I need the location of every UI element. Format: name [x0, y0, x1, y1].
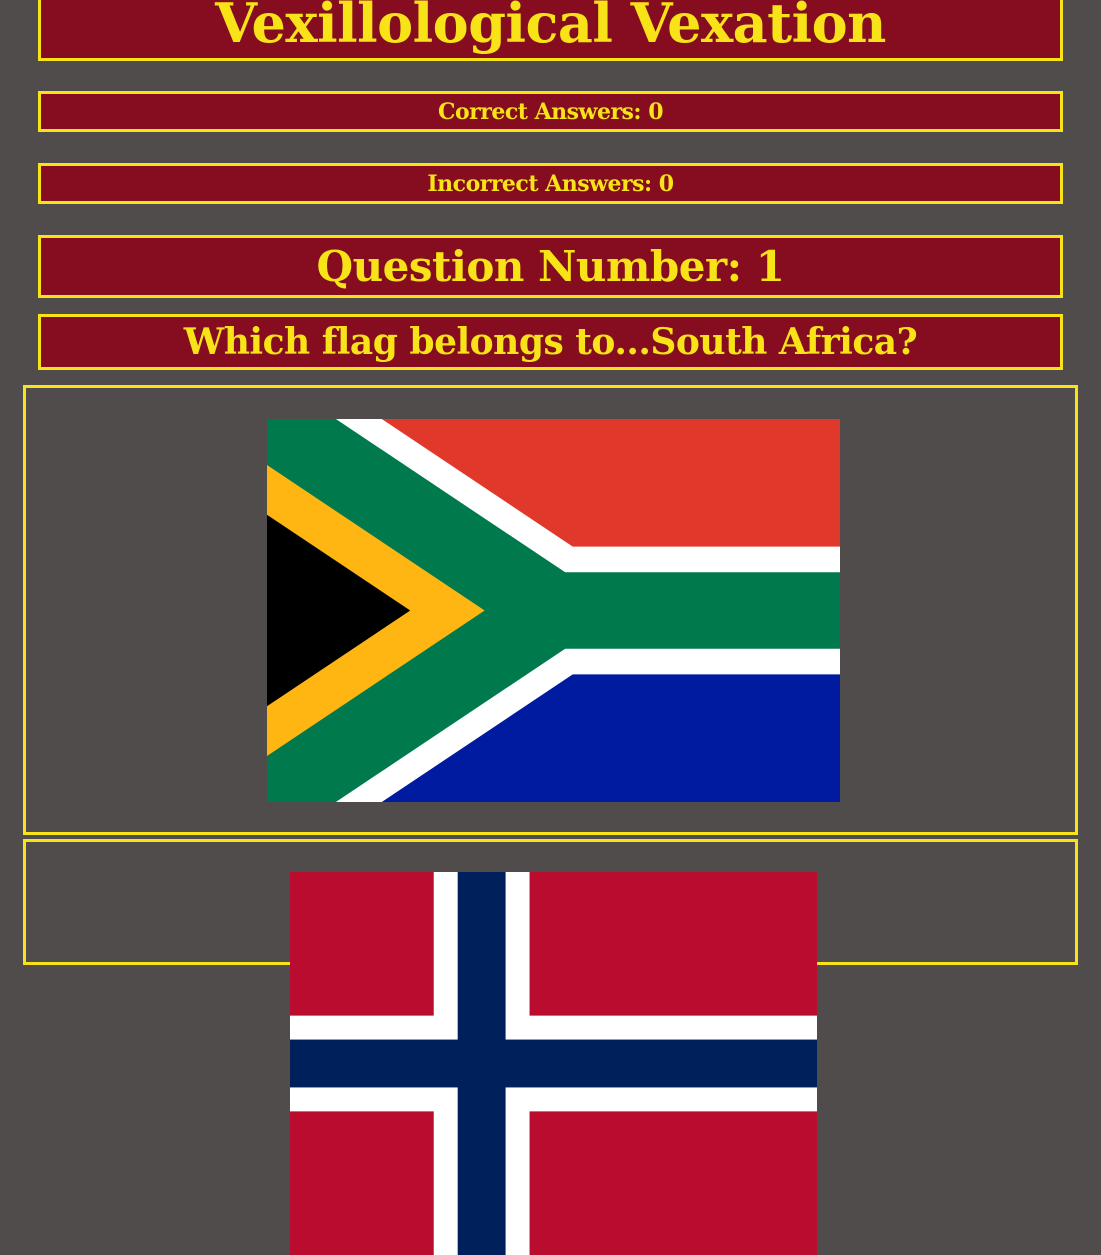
correct-answers-label: Correct Answers: 0 [437, 98, 664, 125]
page-title-banner: Vexillological Vexation [38, 0, 1063, 61]
question-number-label: Question Number: 1 [316, 242, 785, 291]
question-prompt: Which flag belongs to...South Africa? [183, 321, 918, 363]
question-number-banner: Question Number: 1 [38, 235, 1063, 298]
incorrect-answers-counter: Incorrect Answers: 0 [38, 163, 1063, 204]
flag-option-south-africa[interactable] [23, 385, 1078, 835]
question-prompt-banner: Which flag belongs to...South Africa? [38, 314, 1063, 370]
flag-option-norway[interactable] [23, 839, 1078, 1255]
norway-flag[interactable] [290, 872, 817, 1255]
south-africa-flag[interactable] [267, 419, 840, 802]
correct-answers-counter: Correct Answers: 0 [38, 91, 1063, 132]
flag-blue-cross-horizontal [290, 1039, 817, 1088]
page-title: Vexillological Vexation [215, 0, 886, 55]
incorrect-answers-label: Incorrect Answers: 0 [427, 170, 674, 197]
